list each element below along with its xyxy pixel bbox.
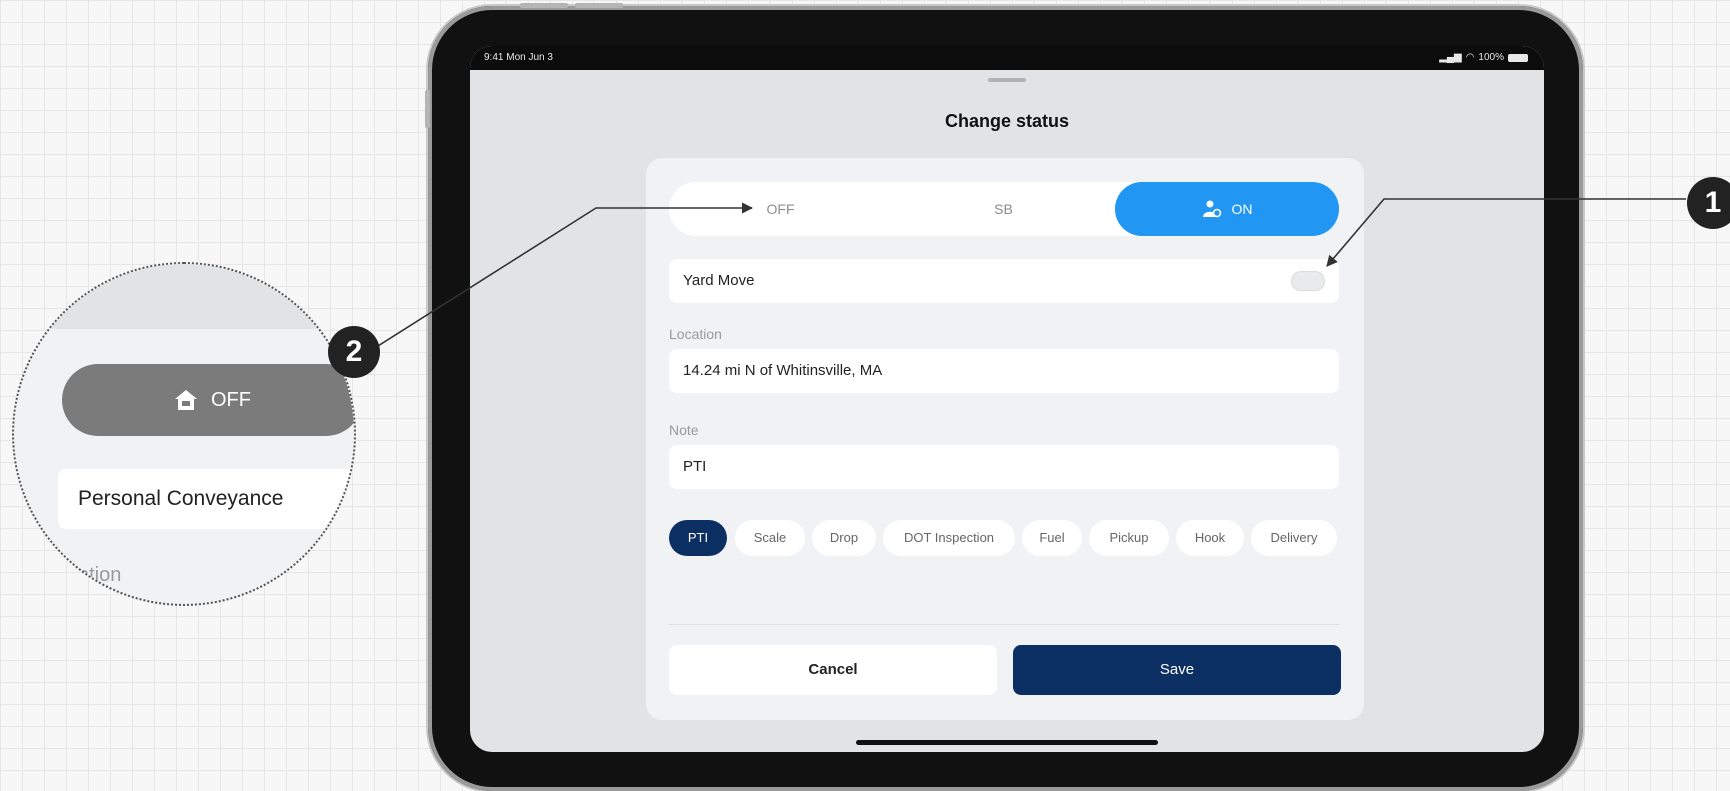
magnified-off-button[interactable]: OFF	[62, 364, 354, 436]
callout-arrow-1	[1326, 198, 1686, 267]
callout-badge-1: 1	[1687, 177, 1730, 229]
callout-arrow-2	[377, 202, 754, 347]
personal-conveyance-row[interactable]: Personal Conveyance	[58, 469, 354, 529]
home-icon	[175, 390, 197, 410]
callout-badge-2: 2	[328, 326, 380, 378]
magnifier-header-area	[14, 264, 354, 329]
magnified-location-label: ation	[78, 564, 122, 586]
magnified-off-label: OFF	[211, 388, 251, 411]
zoom-magnifier: OFF Personal Conveyance ation	[12, 262, 356, 606]
